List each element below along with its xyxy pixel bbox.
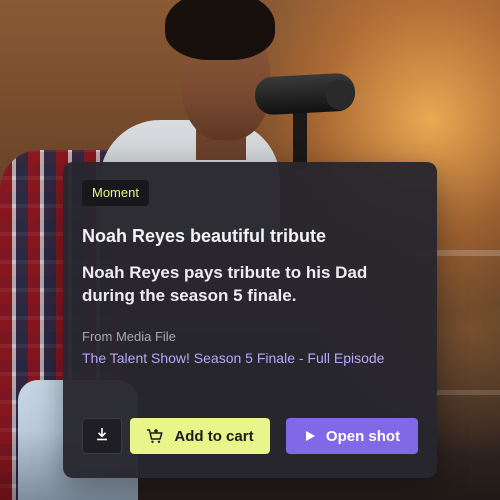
moment-tag: Moment	[82, 180, 149, 206]
add-to-cart-label: Add to cart	[174, 427, 254, 445]
background-microphone-grille	[326, 80, 354, 110]
open-shot-button[interactable]: Open shot	[286, 418, 418, 454]
download-button[interactable]	[82, 418, 122, 454]
background-photo-hair	[165, 0, 275, 60]
background-mic-stand	[293, 110, 307, 170]
moment-description: Noah Reyes pays tribute to his Dad durin…	[82, 263, 368, 305]
download-icon	[95, 427, 109, 446]
moment-card: Moment Noah Reyes beautiful tribute Noah…	[63, 162, 437, 478]
add-to-cart-button[interactable]: Add to cart	[130, 418, 270, 454]
media-preview: Moment Noah Reyes beautiful tribute Noah…	[0, 0, 500, 500]
source-media-link[interactable]: The Talent Show! Season 5 Finale - Full …	[82, 350, 384, 366]
cart-add-icon	[146, 428, 164, 444]
source-label: From Media File	[82, 329, 176, 344]
card-actions: Add to cart Open shot	[82, 418, 418, 454]
play-icon	[304, 430, 316, 442]
moment-title: Noah Reyes beautiful tribute	[82, 226, 327, 246]
open-shot-label: Open shot	[325, 427, 401, 445]
